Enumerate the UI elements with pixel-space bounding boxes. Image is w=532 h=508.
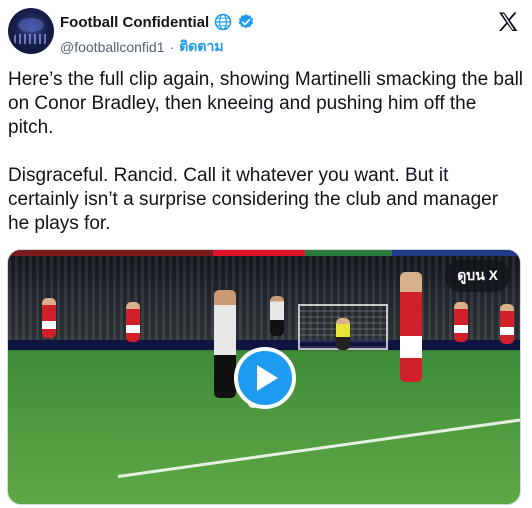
tweet-header: Football Confidential @footballconfid1 ·… [8, 8, 524, 58]
globe-icon [214, 13, 232, 31]
tweet-paragraph: Disgraceful. Rancid. Call it whatever yo… [8, 165, 499, 234]
tweet-text: Here’s the full clip again, showing Mart… [8, 68, 524, 260]
video-player-figure [126, 302, 140, 342]
video-crowd-background [8, 250, 520, 342]
tweet-paragraph: Here’s the full clip again, showing Mart… [8, 69, 524, 138]
video-player-figure [400, 272, 422, 382]
video-ad-strip [8, 250, 520, 256]
author-sub-row: @footballconfid1 · ติดตาม [60, 36, 224, 58]
avatar[interactable] [8, 8, 54, 54]
author-name[interactable]: Football Confidential [60, 14, 209, 31]
avatar-stadium-lights [14, 34, 48, 44]
x-logo-icon[interactable] [496, 10, 520, 34]
follow-button[interactable]: ติดตาม [179, 36, 223, 58]
video-player[interactable]: ดูบน X [7, 249, 521, 505]
avatar-glow [18, 18, 44, 32]
play-icon [257, 365, 278, 391]
video-player-figure [214, 290, 236, 398]
video-player-figure [336, 318, 350, 350]
video-player-figure [500, 304, 514, 344]
view-on-x-button[interactable]: ดูบน X [445, 260, 510, 292]
author-name-row: Football Confidential [60, 13, 255, 31]
play-button[interactable] [234, 347, 296, 409]
video-player-figure [270, 296, 284, 336]
video-pitch-line [117, 416, 520, 478]
separator-dot: · [169, 39, 175, 55]
video-player-figure [454, 302, 468, 342]
video-player-figure [42, 298, 56, 338]
author-handle[interactable]: @footballconfid1 [60, 39, 165, 55]
verified-badge-icon [239, 14, 254, 29]
